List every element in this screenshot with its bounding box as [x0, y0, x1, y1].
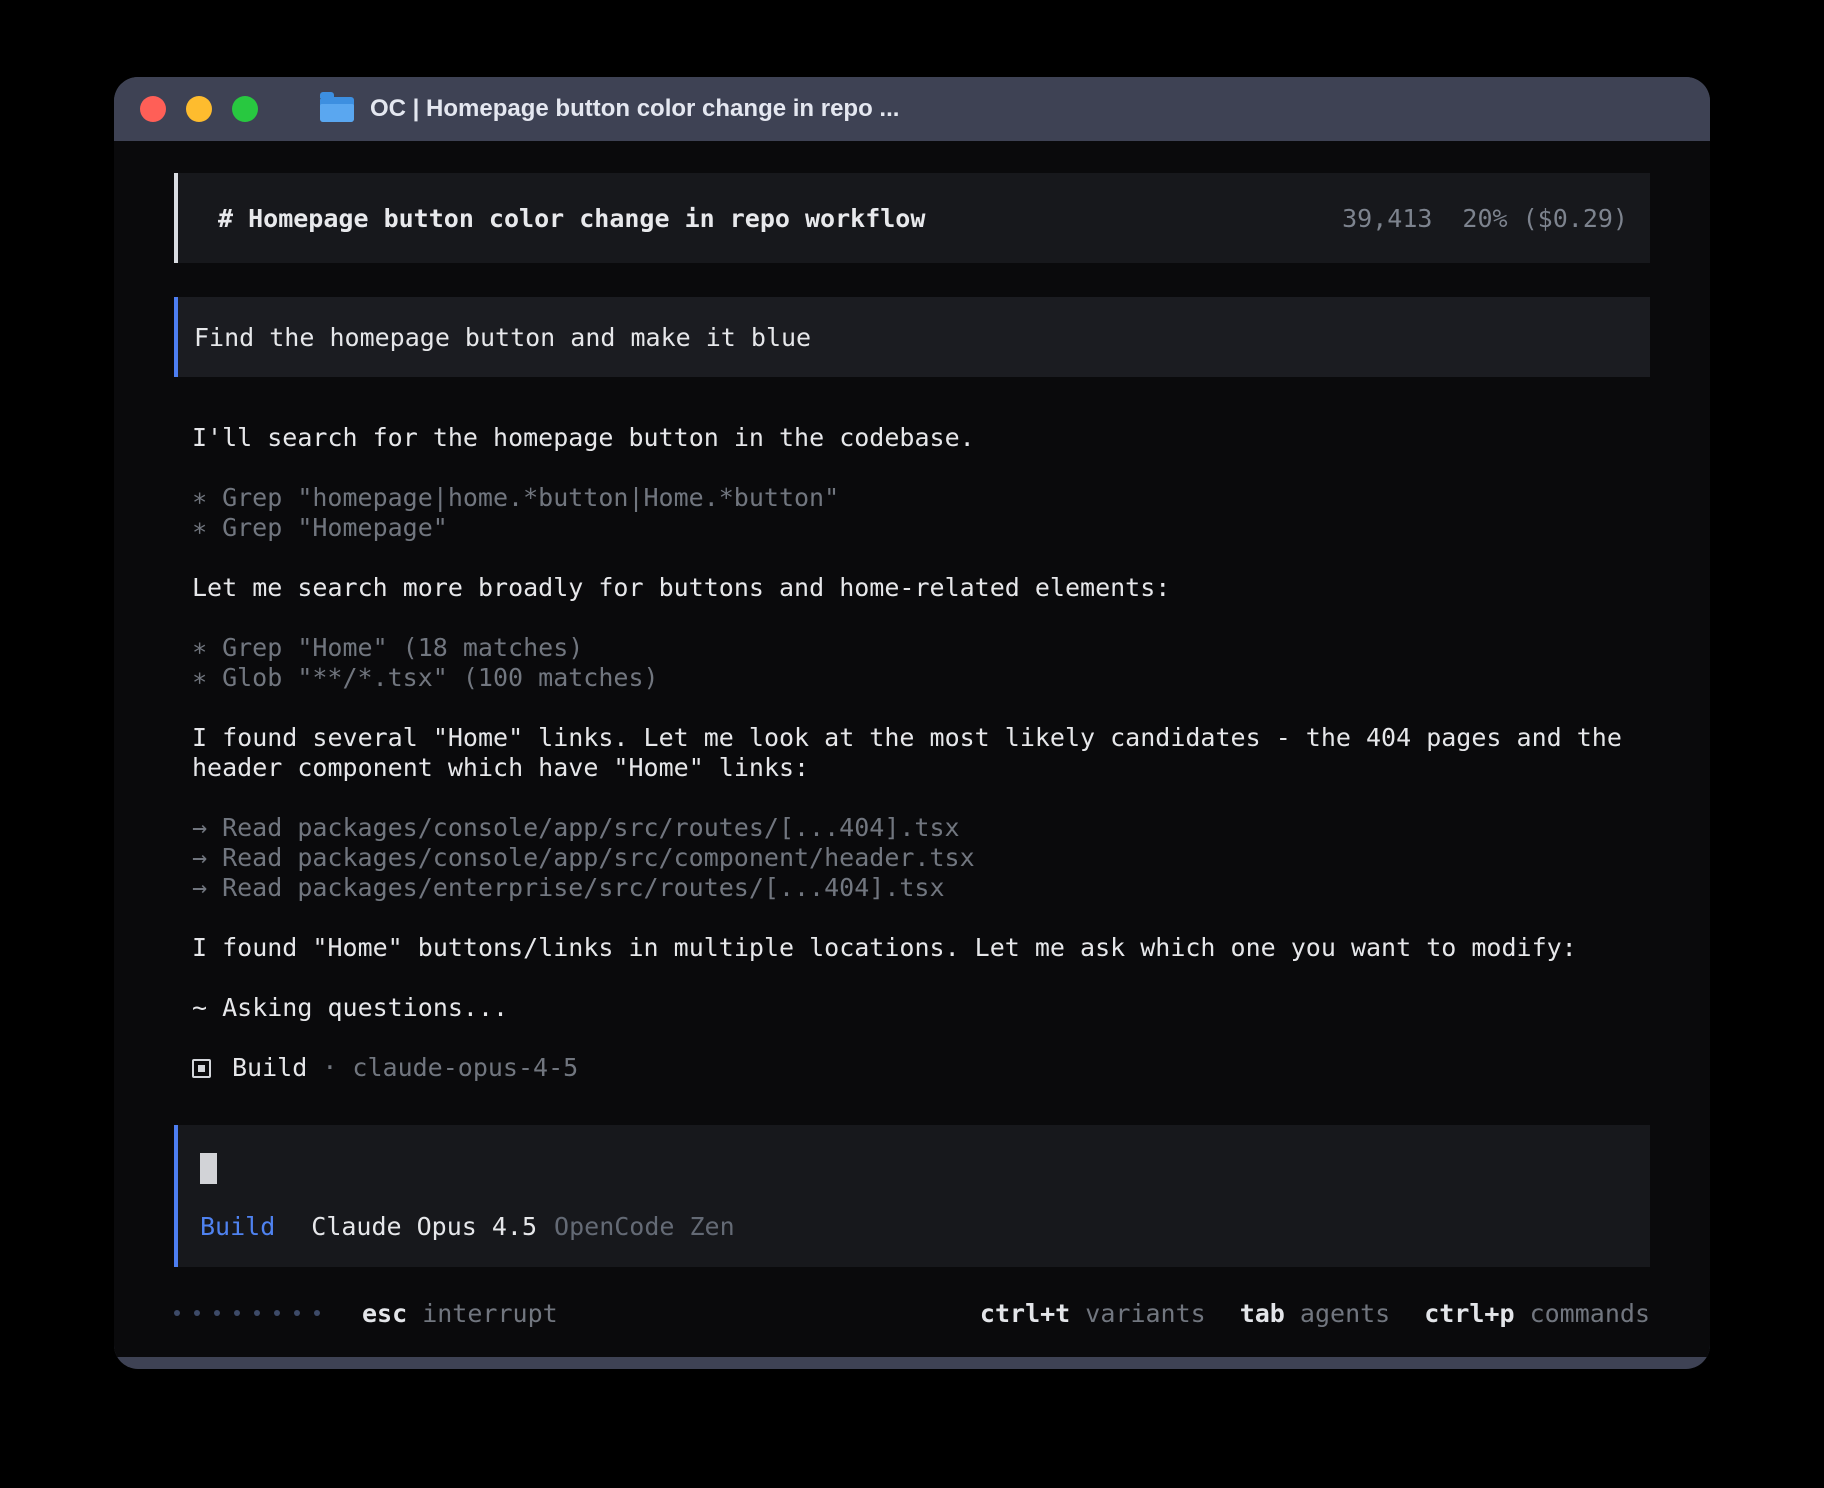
text-cursor [200, 1153, 217, 1184]
agent-model: claude-opus-4-5 [352, 1053, 578, 1083]
tool-asterisk-icon: ∗ [192, 513, 207, 542]
tool-read-arrow-icon: → [192, 873, 207, 902]
assistant-text: Let me search more broadly for buttons a… [192, 573, 1648, 603]
tool-call-text: Grep "Home" (18 matches) [222, 633, 583, 662]
status-dot [254, 1310, 260, 1316]
assistant-text: ~ Asking questions... [192, 993, 1648, 1023]
status-dot [314, 1310, 320, 1316]
hint-key: esc [362, 1299, 407, 1328]
assistant-text: I'll search for the homepage button in t… [192, 423, 1648, 453]
hint-esc: esc interrupt [362, 1299, 558, 1328]
context-usage: 20% ($0.29) [1462, 204, 1628, 233]
agent-build-icon-dot [198, 1065, 205, 1072]
hint-tab: tab agents [1240, 1299, 1391, 1328]
model-provider: OpenCode Zen [554, 1212, 735, 1241]
terminal-window: OC | Homepage button color change in rep… [114, 77, 1710, 1369]
hint-label: interrupt [407, 1299, 558, 1328]
statusbar-right-hints: ctrl+t variants tab agents ctrl+p commands [980, 1299, 1650, 1328]
status-dot [214, 1310, 220, 1316]
tool-call-text: Glob "**/*.tsx" (100 matches) [222, 663, 659, 692]
model-info-line: Build Claude Opus 4.5 OpenCode Zen [200, 1212, 1614, 1241]
tool-asterisk-icon: ∗ [192, 633, 207, 662]
conversation: I'll search for the homepage button in t… [174, 423, 1650, 1083]
statusbar: esc interrupt ctrl+t variantstab agentsc… [174, 1295, 1650, 1331]
tool-call-line: ∗ Grep "Homepage" [192, 513, 1648, 543]
window-titlebar[interactable]: OC | Homepage button color change in rep… [114, 77, 1710, 141]
tool-call-line: → Read packages/console/app/src/routes/[.… [192, 813, 1648, 843]
model-name: Claude Opus 4.5 [311, 1212, 537, 1241]
hint-label: variants [1070, 1299, 1205, 1328]
tool-call-text: Read packages/console/app/src/component/… [222, 843, 975, 872]
desktop: OC | Homepage button color change in rep… [0, 0, 1824, 1488]
tool-asterisk-icon: ∗ [192, 483, 207, 512]
session-title: # Homepage button color change in repo w… [218, 204, 925, 233]
minimize-button[interactable] [186, 96, 212, 122]
session-stats: 39,413 20% ($0.29) [1342, 204, 1628, 233]
tool-call-line: → Read packages/enterprise/src/routes/[..… [192, 873, 1648, 903]
hint-ctrl-p: ctrl+p commands [1424, 1299, 1650, 1328]
tool-call-group: ∗ Grep "Home" (18 matches) ∗ Glob "**/*.tsx… [192, 633, 1648, 693]
hint-label: agents [1285, 1299, 1390, 1328]
agent-mode-label: Build [200, 1212, 275, 1241]
status-dot [234, 1310, 240, 1316]
assistant-text: I found several "Home" links. Let me loo… [192, 723, 1648, 783]
token-count: 39,413 [1342, 204, 1432, 233]
statusbar-left: esc interrupt [174, 1299, 558, 1328]
agent-status-line: Build · claude-opus-4-5 [192, 1053, 1648, 1083]
traffic-lights [140, 96, 258, 122]
tool-call-text: Read packages/console/app/src/routes/[..… [222, 813, 960, 842]
tool-read-arrow-icon: → [192, 843, 207, 872]
tool-call-text: Read packages/enterprise/src/routes/[...… [222, 873, 944, 902]
agent-build-icon [192, 1059, 211, 1078]
status-dots [174, 1310, 320, 1316]
tool-call-line: ∗ Glob "**/*.tsx" (100 matches) [192, 663, 1648, 693]
tool-call-line: ∗ Grep "Home" (18 matches) [192, 633, 1648, 663]
status-dot [274, 1310, 280, 1316]
tool-call-text: Grep "homepage|home.*button|Home.*button… [222, 483, 839, 512]
terminal-content: # Homepage button color change in repo w… [114, 141, 1710, 1357]
hint-ctrl-t: ctrl+t variants [980, 1299, 1206, 1328]
hint-key: tab [1240, 1299, 1285, 1328]
status-dot [294, 1310, 300, 1316]
session-header: # Homepage button color change in repo w… [174, 173, 1650, 263]
tool-read-arrow-icon: → [192, 813, 207, 842]
tool-call-line: → Read packages/console/app/src/component… [192, 843, 1648, 873]
tool-call-group: ∗ Grep "homepage|home.*button|Home.*butto… [192, 483, 1648, 543]
agent-name: Build [232, 1053, 307, 1083]
tool-call-group: → Read packages/console/app/src/routes/[.… [192, 813, 1648, 903]
agent-separator: · [307, 1053, 352, 1083]
user-message-text: Find the homepage button and make it blu… [194, 323, 811, 352]
hint-key: ctrl+p [1424, 1299, 1514, 1328]
prompt-input[interactable]: Build Claude Opus 4.5 OpenCode Zen [174, 1125, 1650, 1267]
close-button[interactable] [140, 96, 166, 122]
user-message: Find the homepage button and make it blu… [174, 297, 1650, 377]
tool-call-text: Grep "Homepage" [222, 513, 448, 542]
window-title: OC | Homepage button color change in rep… [370, 95, 899, 123]
tool-asterisk-icon: ∗ [192, 663, 207, 692]
hint-key: ctrl+t [980, 1299, 1070, 1328]
statusbar-left-hints: esc interrupt [362, 1299, 558, 1328]
tool-call-line: ∗ Grep "homepage|home.*button|Home.*butto… [192, 483, 1648, 513]
zoom-button[interactable] [232, 96, 258, 122]
folder-icon [320, 97, 354, 122]
hint-label: commands [1515, 1299, 1650, 1328]
assistant-text: I found "Home" buttons/links in multiple… [192, 933, 1648, 963]
status-dot [174, 1310, 180, 1316]
status-dot [194, 1310, 200, 1316]
